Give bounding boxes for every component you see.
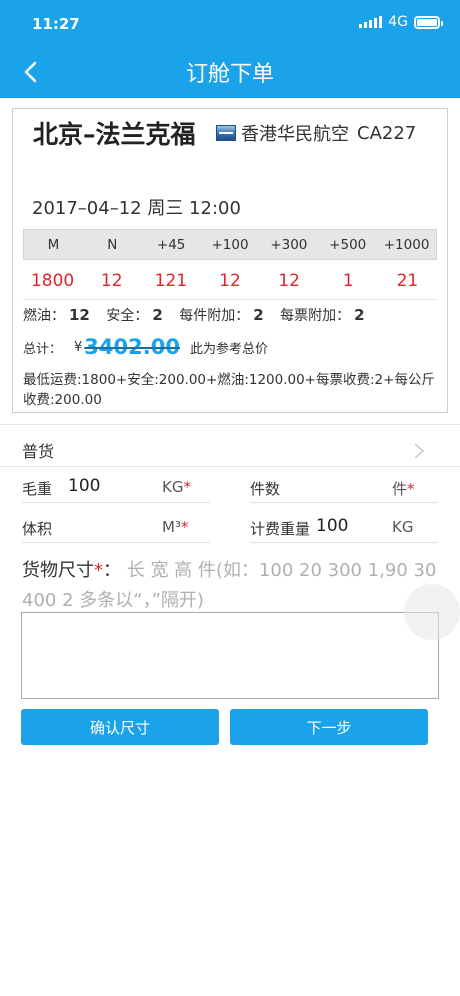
per-ticket-value: 2: [354, 306, 365, 324]
per-piece-value: 2: [253, 306, 264, 324]
flight-card: 北京–法兰克福 香港华民航空 CA227 2017–04–12 周三 12:00…: [12, 108, 448, 413]
airline-info: 香港华民航空 CA227: [216, 120, 416, 146]
confirm-dimensions-button[interactable]: 确认尺寸: [21, 709, 219, 745]
next-step-button[interactable]: 下一步: [230, 709, 428, 745]
rate-value-cell: 121: [154, 271, 188, 291]
currency-symbol: ¥: [74, 339, 83, 355]
floating-assist-button[interactable]: [404, 584, 460, 640]
charge-weight-label: 计费重量: [250, 520, 311, 538]
security-value: 2: [152, 306, 163, 324]
gross-weight-unit: KG*: [162, 478, 191, 496]
charge-weight-underline: [250, 542, 438, 543]
rate-header-cell: +1000: [383, 237, 430, 253]
cargo-type-value[interactable]: 普货: [22, 438, 54, 462]
total-line: 总计： ¥ 3402.00 此为参考总价: [23, 335, 268, 359]
flight-number: CA227: [357, 122, 417, 144]
status-bar: 11:27 4G: [0, 0, 460, 48]
rate-value-cell: 21: [396, 271, 419, 291]
per-piece-label: 每件附加：: [179, 308, 250, 324]
network-label: 4G: [388, 14, 408, 30]
status-icons: 4G: [359, 14, 443, 30]
rate-header-row: M N +45 +100 +300 +500 +1000: [23, 229, 437, 260]
required-mark: *: [94, 560, 103, 581]
volume-unit: M³*: [162, 518, 189, 536]
rate-value-row: 1800 12 121 12 12 1 21: [23, 260, 437, 300]
dimensions-label-row: 货物尺寸*： 长 宽 高 件(如：100 20 300 1,90 30 400 …: [22, 560, 437, 611]
airline-logo-icon: [216, 125, 236, 141]
battery-icon: [414, 15, 443, 29]
rate-value-cell: 12: [278, 271, 300, 291]
pieces-underline: [250, 502, 438, 503]
total-amount: 3402.00: [84, 335, 180, 359]
status-time: 11:27: [32, 15, 80, 33]
dimensions-label: 货物尺寸: [22, 560, 94, 581]
airline-name: 香港华民航空: [241, 124, 349, 145]
volume-underline: [22, 542, 210, 543]
signal-icon: [359, 16, 383, 28]
rate-header-cell: +500: [329, 237, 367, 253]
fuel-label: 燃油：: [23, 308, 65, 324]
total-label: 总计：: [23, 341, 63, 357]
dimensions-textarea[interactable]: [21, 612, 439, 699]
fuel-value: 12: [69, 306, 90, 324]
rate-value-cell: 12: [100, 271, 123, 291]
gross-weight-underline: [22, 502, 210, 503]
pieces-unit: 件*: [392, 480, 415, 498]
charge-weight-unit: KG: [392, 518, 414, 536]
chevron-right-icon[interactable]: [412, 442, 426, 460]
flight-datetime: 2017–04–12 周三 12:00: [32, 198, 241, 219]
route-title: 北京–法兰克福: [33, 120, 196, 149]
total-note: 此为参考总价: [189, 341, 268, 357]
rate-value-cell: 1800: [30, 271, 75, 291]
charge-weight-value: 100: [316, 516, 349, 536]
rate-value-cell: 1: [342, 271, 354, 291]
cargo-type-divider: [0, 466, 460, 467]
gross-weight-input[interactable]: 100: [68, 476, 100, 496]
rate-header-cell: +100: [211, 237, 249, 253]
per-ticket-label: 每票附加：: [280, 308, 351, 324]
rate-header-cell: +300: [270, 237, 308, 253]
rate-header-cell: +45: [156, 237, 186, 253]
page-title: 订舱下单: [185, 62, 274, 87]
volume-label: 体积: [22, 520, 53, 538]
rate-header-cell: N: [107, 237, 118, 253]
section-divider: [0, 424, 460, 425]
rate-header-cell: M: [47, 237, 60, 253]
pieces-label: 件数: [250, 480, 281, 498]
surcharge-line: 燃油： 12 安全： 2 每件附加： 2 每票附加： 2: [23, 305, 377, 325]
nav-bar: 订舱下单: [0, 48, 460, 98]
security-label: 安全：: [106, 308, 149, 324]
rate-table: M N +45 +100 +300 +500 +1000 1800 12 121…: [23, 229, 437, 300]
gross-weight-label: 毛重: [22, 480, 53, 498]
fee-formula: 最低运费:1800+安全:200.00+燃油:1200.00+每票收费:2+每公…: [23, 372, 435, 408]
rate-value-cell: 12: [219, 271, 241, 291]
